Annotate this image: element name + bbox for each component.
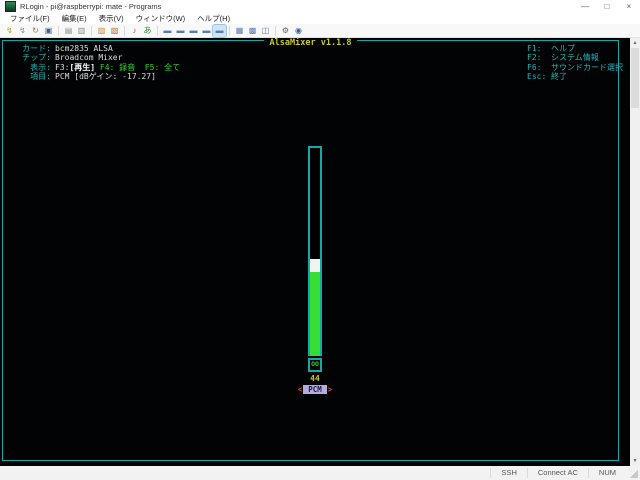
help-label-esc: 終了 — [551, 72, 567, 81]
maximize-button[interactable]: □ — [596, 0, 618, 13]
mixer-info-block: カード: bcm2835 ALSA チップ: Broadcom Mixer 表示… — [7, 44, 180, 82]
terminal-scrollbar[interactable]: ▲ ▼ — [630, 38, 640, 466]
duplicate-window-icon[interactable]: ▥ — [75, 25, 88, 37]
terminal-screen[interactable]: AlsaMixer v1.1.8 カード: bcm2835 ALSA チップ: … — [0, 38, 630, 466]
scroll-up-icon[interactable]: ▲ — [630, 38, 640, 48]
selected-control-row: < PCM > — [291, 385, 339, 394]
item-label: 項目: — [7, 72, 51, 81]
card-value: bcm2835 ALSA — [55, 44, 113, 53]
title-bar: RLogin - pi@raspberrypi: mate - Programs… — [0, 0, 640, 14]
view-selected-mode: [再生] — [69, 63, 95, 72]
help-label-f6: サウンドカード選択 — [551, 63, 623, 72]
minimize-button[interactable]: — — [574, 0, 596, 13]
help-label-f1: ヘルプ — [551, 44, 575, 53]
volume-fill-green-segment — [310, 272, 320, 356]
menu-edit[interactable]: 編集(E) — [56, 13, 93, 24]
reconnect-icon[interactable]: ↻ — [29, 25, 42, 37]
screen-size-1-icon[interactable]: ▬ — [161, 25, 174, 37]
menu-help[interactable]: ヘルプ(H) — [191, 13, 236, 24]
paste-icon[interactable]: ▧ — [108, 25, 121, 37]
chip-row: チップ: Broadcom Mixer — [7, 53, 180, 62]
close-button[interactable]: × — [618, 0, 640, 13]
status-bar: SSH Connect AC NUM — [0, 466, 640, 480]
new-window-icon[interactable]: ▤ — [62, 25, 75, 37]
quick-connect-icon[interactable]: ↯ — [16, 25, 29, 37]
next-control-arrow: > — [327, 385, 334, 394]
item-row-info: 項目: PCM [dBゲイン: -17.27] — [7, 72, 180, 81]
copy-icon[interactable]: ▨ — [95, 25, 108, 37]
connect-icon[interactable]: ↯ — [3, 25, 16, 37]
help-row-f2: F2: システム情報 — [527, 53, 623, 62]
volume-percent: 44 — [295, 374, 335, 383]
screen-size-5-icon[interactable]: ▬ — [213, 25, 226, 37]
resize-grip[interactable] — [626, 466, 640, 480]
help-row-f6: F6: サウンドカード選択 — [527, 63, 623, 72]
view-label: 表示: — [7, 63, 51, 72]
mute-indicator: OO — [308, 358, 322, 372]
view-other-modes: F4: 録音 F5: 全て — [95, 63, 180, 72]
cascade-windows-icon[interactable]: ▩ — [246, 25, 259, 37]
window-title: RLogin - pi@raspberrypi: mate - Programs — [20, 2, 574, 11]
tile-windows-icon[interactable]: ▦ — [233, 25, 246, 37]
menu-bar: ファイル(F) 編集(E) 表示(V) ウィンドウ(W) ヘルプ(H) — [0, 13, 640, 24]
volume-fill-white-segment — [310, 259, 320, 272]
menu-file[interactable]: ファイル(F) — [4, 13, 56, 24]
menu-window[interactable]: ウィンドウ(W) — [130, 13, 192, 24]
scrollbar-thumb[interactable] — [631, 48, 639, 108]
selected-control-name: PCM — [303, 385, 327, 394]
toolbar-separator — [58, 26, 59, 36]
split-window-icon[interactable]: ◫ — [259, 25, 272, 37]
screen-size-2-icon[interactable]: ▬ — [174, 25, 187, 37]
help-row-esc: Esc: 終了 — [527, 72, 623, 81]
help-icon[interactable]: ◉ — [292, 25, 305, 37]
status-connection: Connect AC — [527, 468, 588, 478]
item-value: PCM [dBゲイン: -17.27] — [55, 72, 156, 81]
alsamixer-border-box: AlsaMixer v1.1.8 カード: bcm2835 ALSA チップ: … — [2, 40, 619, 461]
view-f3-key: F3: — [55, 63, 69, 72]
help-key-f1: F1: — [527, 44, 551, 53]
volume-bar — [308, 146, 322, 356]
toolbar: ↯↯↻▣▤▥▨▧♪あ▬▬▬▬▬▦▩◫⚙◉ — [0, 24, 640, 38]
bell-icon[interactable]: ♪ — [128, 25, 141, 37]
toolbar-separator — [124, 26, 125, 36]
app-window: RLogin - pi@raspberrypi: mate - Programs… — [0, 0, 640, 480]
alsamixer-title: AlsaMixer v1.1.8 — [264, 39, 358, 48]
chip-label: チップ: — [7, 53, 51, 62]
settings-gear-icon[interactable]: ⚙ — [279, 25, 292, 37]
toolbar-separator — [157, 26, 158, 36]
help-key-f6: F6: — [527, 63, 551, 72]
toolbar-separator — [229, 26, 230, 36]
card-row: カード: bcm2835 ALSA — [7, 44, 180, 53]
rlogin-app-icon — [5, 1, 16, 12]
screen-size-4-icon[interactable]: ▬ — [200, 25, 213, 37]
menu-view[interactable]: 表示(V) — [93, 13, 130, 24]
card-label: カード: — [7, 44, 51, 53]
kanji-mode-icon[interactable]: あ — [141, 25, 154, 37]
help-row-f1: F1: ヘルプ — [527, 44, 623, 53]
status-protocol: SSH — [490, 468, 526, 478]
help-key-f2: F2: — [527, 53, 551, 62]
volume-bar-fill — [310, 259, 320, 356]
toolbar-separator — [275, 26, 276, 36]
save-icon[interactable]: ▣ — [42, 25, 55, 37]
help-label-f2: システム情報 — [551, 53, 599, 62]
screen-size-3-icon[interactable]: ▬ — [187, 25, 200, 37]
mixer-help-block: F1: ヘルプ F2: システム情報 F6: サウンドカード選択 Esc: 終了 — [527, 44, 623, 82]
help-key-esc: Esc: — [527, 72, 551, 81]
view-row: 表示: F3:[再生] F4: 録音 F5: 全て — [7, 63, 180, 72]
chip-value: Broadcom Mixer — [55, 53, 122, 62]
status-numlock: NUM — [588, 468, 626, 478]
scroll-down-icon[interactable]: ▼ — [630, 456, 640, 466]
toolbar-separator — [91, 26, 92, 36]
